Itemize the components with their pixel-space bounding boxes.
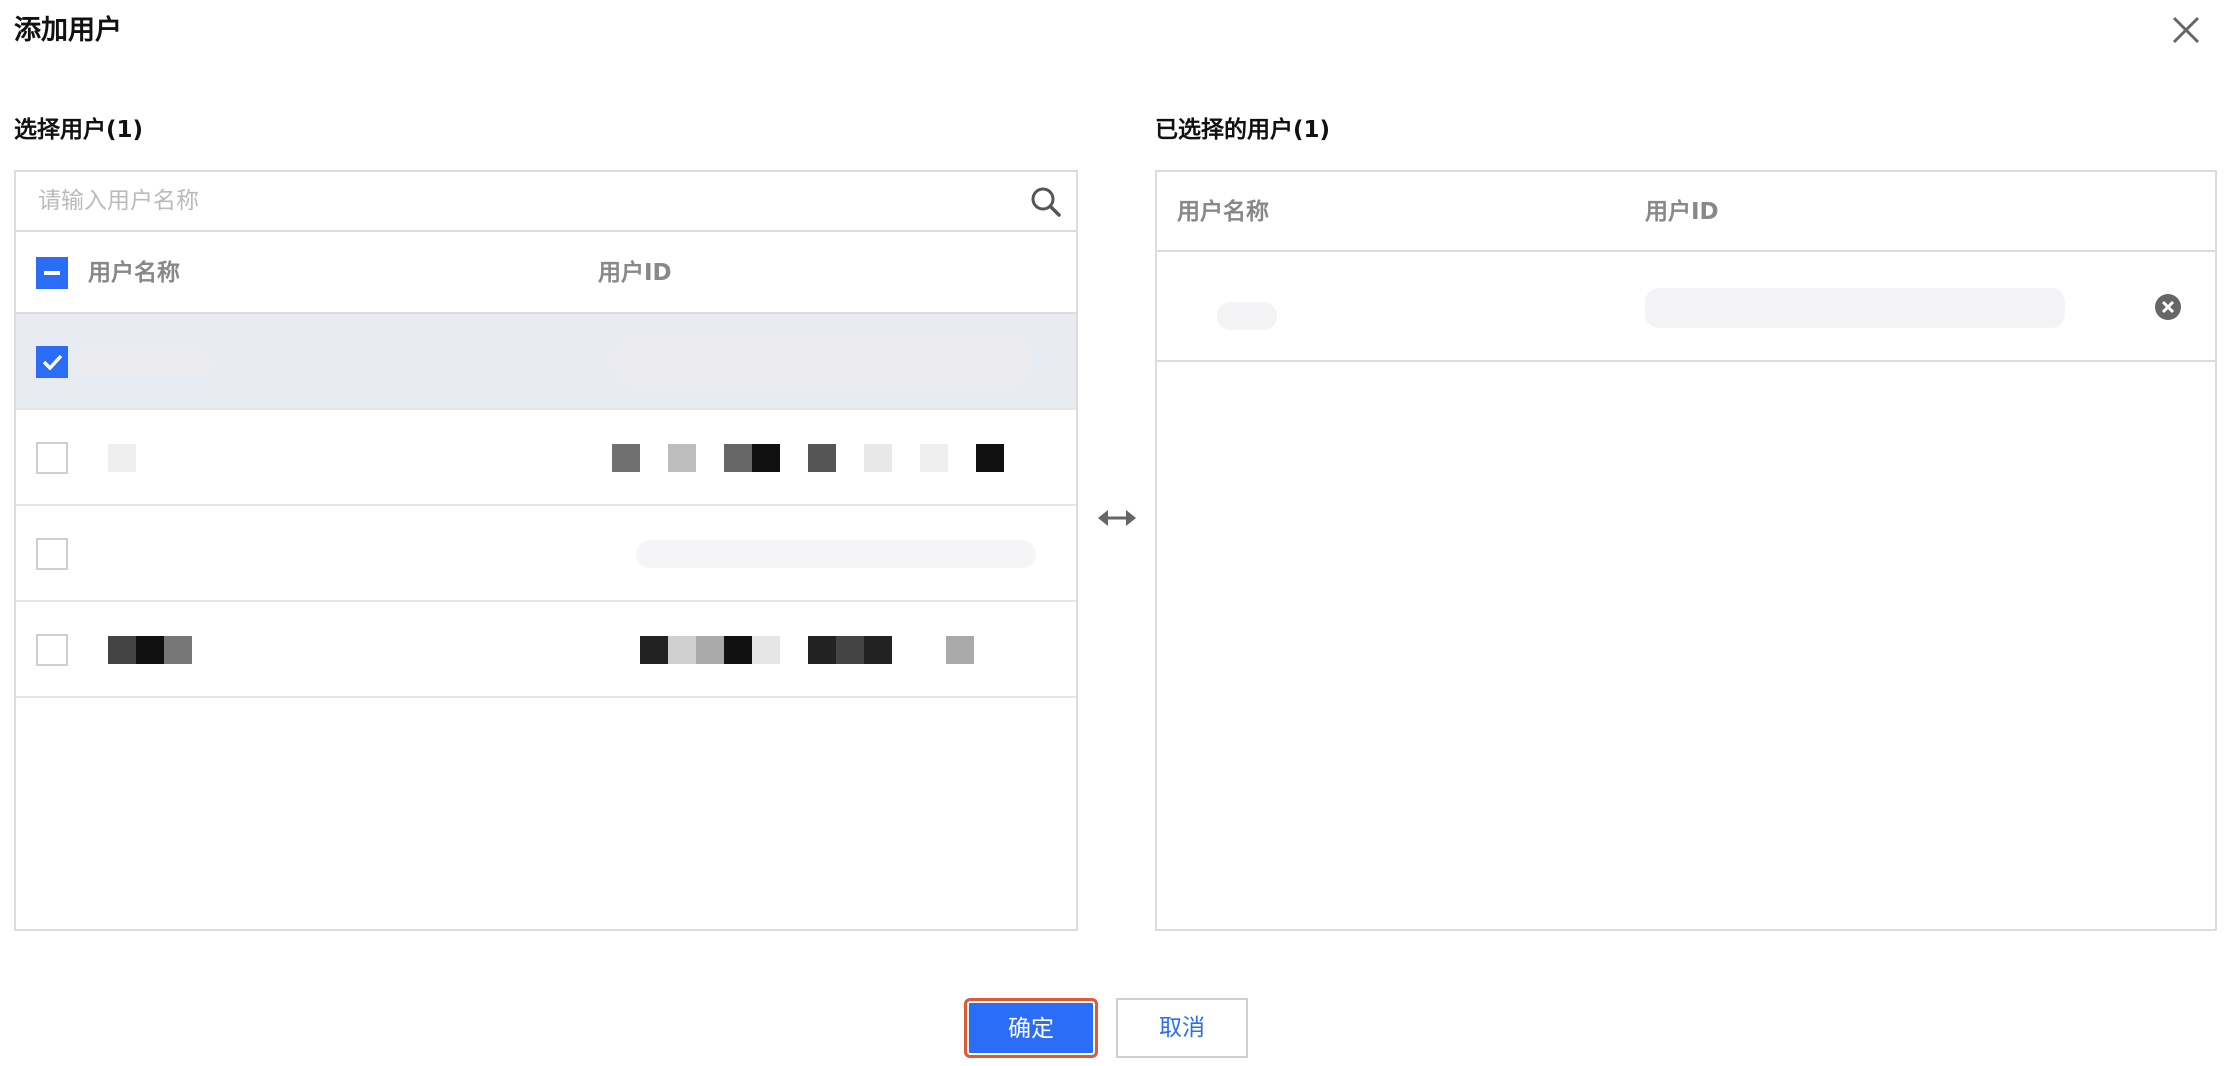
row-checkbox[interactable]: [36, 538, 68, 570]
transfer-arrows-icon: [1098, 510, 1136, 526]
column-header-id: 用户ID: [598, 260, 672, 286]
select-users-label: 选择用户(1): [14, 117, 144, 143]
table-header: 用户名称 用户ID: [16, 232, 1076, 314]
column-header-id: 用户ID: [1645, 199, 1719, 225]
search-icon[interactable]: [1030, 186, 1062, 218]
close-icon[interactable]: [2164, 8, 2208, 52]
remove-circle-icon[interactable]: [2153, 292, 2183, 322]
minus-icon: [44, 271, 60, 275]
row-checkbox[interactable]: [36, 442, 68, 474]
selected-user-row: [1157, 252, 2215, 362]
confirm-button[interactable]: 确定: [964, 998, 1098, 1058]
user-id-redacted: [636, 540, 1036, 568]
dialog-title: 添加用户: [14, 15, 122, 46]
table-row[interactable]: [16, 410, 1076, 506]
table-row[interactable]: [16, 602, 1076, 698]
table-row[interactable]: [16, 506, 1076, 602]
check-icon: [42, 354, 63, 371]
table-row[interactable]: [16, 314, 1076, 410]
column-header-name: 用户名称: [1177, 199, 1269, 225]
selected-users-panel: 用户名称 用户ID: [1155, 170, 2217, 931]
user-id-redacted: [612, 336, 1032, 388]
user-id-redacted: [1645, 288, 2065, 328]
row-checkbox[interactable]: [36, 346, 68, 378]
column-header-name: 用户名称: [88, 260, 180, 286]
user-name-redacted: [108, 444, 136, 472]
selected-users-label: 已选择的用户(1): [1155, 117, 1331, 143]
search-bar: [16, 172, 1076, 232]
selected-table-header: 用户名称 用户ID: [1157, 172, 2215, 252]
row-checkbox[interactable]: [36, 634, 68, 666]
user-select-panel: 用户名称 用户ID: [14, 170, 1078, 931]
select-all-checkbox[interactable]: [36, 257, 68, 289]
cancel-button[interactable]: 取消: [1116, 998, 1248, 1058]
user-name-redacted: [72, 348, 212, 376]
user-name-redacted: [1217, 302, 1277, 330]
search-input[interactable]: [16, 172, 1076, 230]
